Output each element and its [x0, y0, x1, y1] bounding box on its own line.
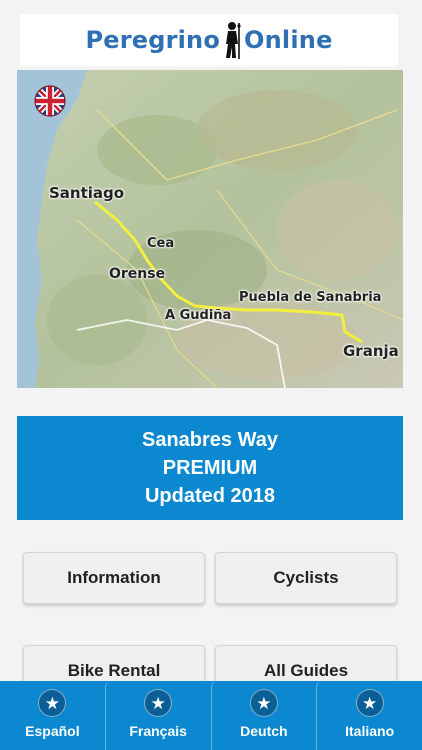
star-icon: ★: [144, 689, 173, 717]
pilgrim-icon: [221, 20, 243, 60]
map-terrain: [17, 70, 403, 388]
uk-flag-icon[interactable]: [33, 84, 67, 118]
logo-text-right: Online: [244, 26, 333, 54]
language-tab-bar: ★ Español ★ Français ★ Deutch ★ Italiano: [0, 681, 422, 750]
map-label-orense: Orense: [109, 266, 166, 282]
premium-title: Sanabres Way: [142, 429, 278, 451]
map-label-gudina: A Gudiña: [165, 308, 232, 323]
tab-label: Deutch: [240, 723, 288, 739]
tab-label: Français: [129, 723, 187, 739]
route-map[interactable]: Santiago Cea Orense A Gudiña Puebla de S…: [17, 70, 403, 388]
star-icon: ★: [355, 689, 384, 717]
logo-text-left: Peregrino: [85, 26, 221, 54]
information-button[interactable]: Information: [23, 552, 205, 604]
map-label-puebla: Puebla de Sanabria: [239, 290, 382, 305]
premium-banner[interactable]: Sanabres Way PREMIUM Updated 2018: [17, 416, 403, 520]
map-label-granja: Granja: [343, 342, 399, 360]
tab-espanol[interactable]: ★ Español: [0, 681, 105, 750]
star-icon: ★: [38, 689, 67, 717]
map-label-cea: Cea: [147, 236, 175, 251]
cyclists-button[interactable]: Cyclists: [215, 552, 397, 604]
tab-francais[interactable]: ★ Français: [104, 681, 211, 750]
tab-label: Español: [25, 723, 80, 739]
tab-deutch[interactable]: ★ Deutch: [210, 681, 317, 750]
app-logo: Peregrino Online: [20, 14, 398, 66]
map-label-santiago: Santiago: [49, 184, 125, 202]
tab-italiano[interactable]: ★ Italiano: [316, 681, 422, 750]
premium-label: PREMIUM: [162, 457, 258, 479]
tab-label: Italiano: [345, 723, 395, 739]
star-icon: ★: [249, 689, 278, 717]
premium-updated: Updated 2018: [144, 485, 276, 507]
